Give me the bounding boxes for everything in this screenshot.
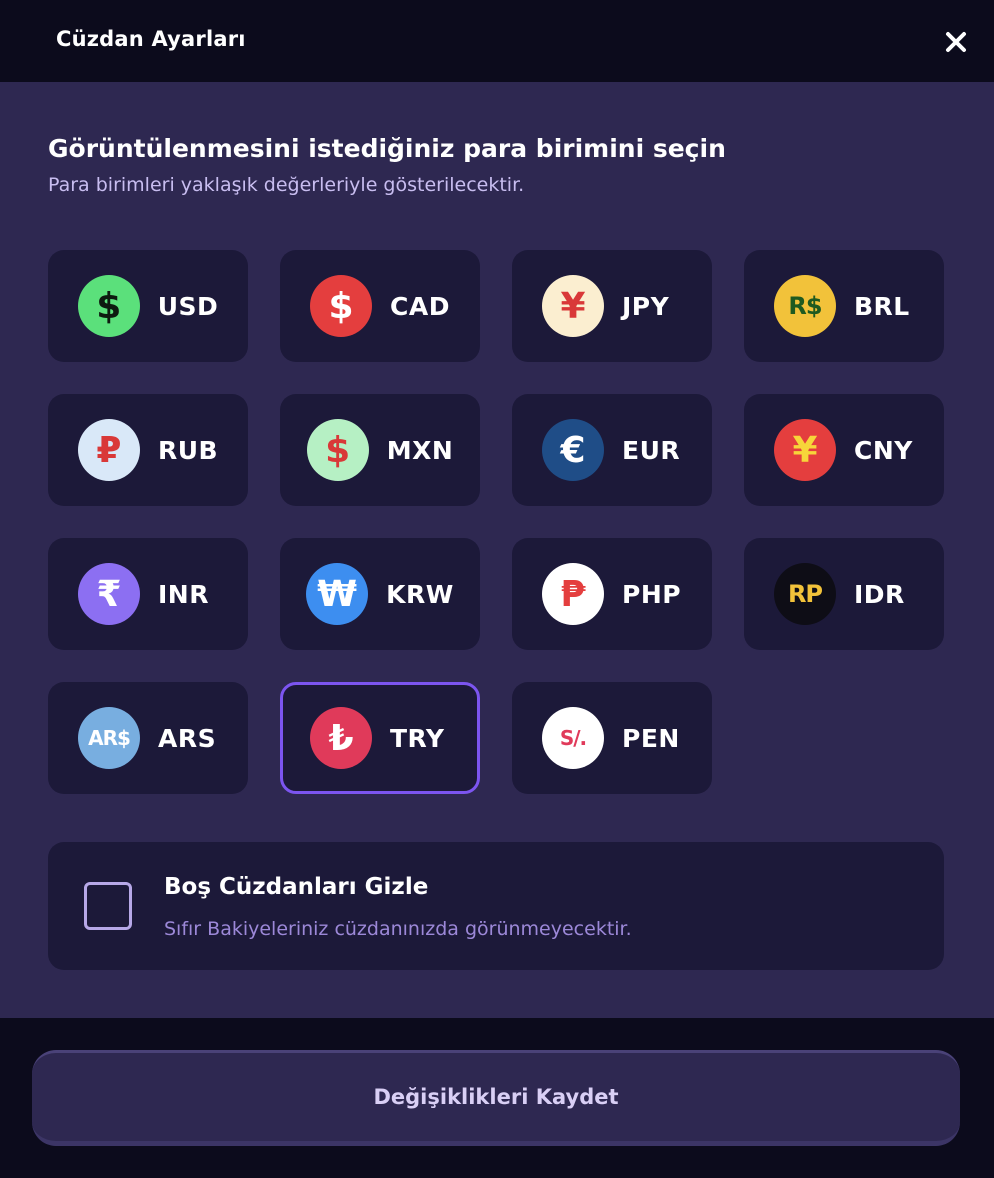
yuan-icon: ¥	[774, 419, 836, 481]
modal-title: Cüzdan Ayarları	[56, 27, 246, 51]
currency-code: ARS	[158, 723, 217, 753]
currency-code: MXN	[386, 435, 454, 465]
currency-code: CAD	[390, 291, 450, 321]
currency-option-cny[interactable]: ¥ CNY	[744, 394, 944, 506]
currency-code: EUR	[622, 435, 681, 465]
close-icon	[946, 32, 966, 52]
currency-code: IDR	[854, 579, 905, 609]
currency-code: INR	[158, 579, 209, 609]
currency-option-eur[interactable]: € EUR	[512, 394, 712, 506]
yen-icon: ¥	[542, 275, 604, 337]
currency-option-try[interactable]: ₺ TRY	[280, 682, 480, 794]
modal-footer: Değişiklikleri Kaydet	[0, 1018, 994, 1178]
peso-icon: ₱	[542, 563, 604, 625]
currency-option-usd[interactable]: $ USD	[48, 250, 248, 362]
currency-option-ars[interactable]: AR$ ARS	[48, 682, 248, 794]
currency-option-pen[interactable]: S/. PEN	[512, 682, 712, 794]
currency-option-inr[interactable]: ₹ INR	[48, 538, 248, 650]
currency-option-cad[interactable]: $ CAD	[280, 250, 480, 362]
hide-empty-checkbox[interactable]	[84, 882, 132, 930]
section-subheading: Para birimleri yaklaşık değerleriyle gös…	[48, 174, 525, 196]
currency-code: RUB	[157, 435, 219, 465]
save-changes-button[interactable]: Değişiklikleri Kaydet	[32, 1050, 960, 1146]
currency-option-php[interactable]: ₱ PHP	[512, 538, 712, 650]
dollar-icon: $	[77, 275, 140, 337]
currency-option-mxn[interactable]: $ MXN	[280, 394, 480, 506]
currency-code: CNY	[854, 435, 913, 465]
currency-code: BRL	[854, 291, 910, 321]
currency-option-jpy[interactable]: ¥ JPY	[512, 250, 712, 362]
modal-body: Görüntülenmesini istediğiniz para birimi…	[0, 82, 994, 1018]
wallet-settings-modal: Cüzdan Ayarları Görüntülenmesini istediğ…	[0, 0, 994, 1178]
currency-code: KRW	[386, 579, 454, 609]
sol-icon: S/.	[542, 707, 604, 769]
hide-empty-title: Boş Cüzdanları Gizle	[164, 874, 429, 900]
save-changes-label: Değişiklikleri Kaydet	[373, 1085, 619, 1109]
ruble-icon: ₽	[77, 419, 140, 481]
currency-code: JPY	[622, 291, 670, 321]
modal-header: Cüzdan Ayarları	[0, 0, 994, 82]
currency-option-idr[interactable]: RP IDR	[744, 538, 944, 650]
currency-code: USD	[157, 291, 219, 321]
ars-icon: AR$	[78, 707, 140, 769]
currency-code: TRY	[390, 723, 445, 753]
close-button[interactable]	[940, 26, 972, 58]
won-icon: ₩	[306, 563, 369, 625]
euro-icon: €	[542, 419, 604, 481]
section-heading: Görüntülenmesini istediğiniz para birimi…	[48, 134, 726, 163]
peso-icon: $	[306, 419, 369, 481]
currency-option-brl[interactable]: R$ BRL	[744, 250, 944, 362]
rupiah-icon: RP	[774, 563, 836, 625]
currency-grid: $ USD $ CAD ¥ JPY R$ BRL ₽ RUB $ MXN € EUR ¥ CNY ₹ INR ₩ KR…	[48, 250, 944, 794]
currency-code: PHP	[622, 579, 682, 609]
rupee-icon: ₹	[78, 563, 140, 625]
lira-icon: ₺	[310, 707, 372, 769]
hide-empty-description: Sıfır Bakiyeleriniz cüzdanınızda görünme…	[164, 918, 632, 940]
dollar-icon: $	[310, 275, 372, 337]
currency-option-krw[interactable]: ₩ KRW	[280, 538, 480, 650]
real-icon: R$	[774, 275, 836, 337]
hide-empty-wallets-option[interactable]: Boş Cüzdanları Gizle Sıfır Bakiyeleriniz…	[48, 842, 944, 970]
currency-code: PEN	[622, 723, 680, 753]
currency-option-rub[interactable]: ₽ RUB	[48, 394, 248, 506]
